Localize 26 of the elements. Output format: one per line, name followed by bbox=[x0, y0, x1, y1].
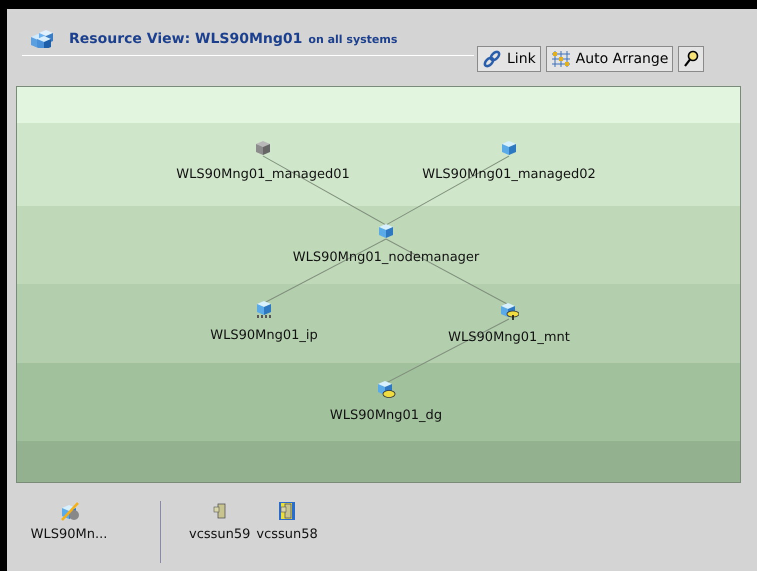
node-label[interactable]: WLS90Mng01_mnt bbox=[448, 328, 570, 348]
view-subtitle: on all systems bbox=[308, 32, 398, 48]
node-label[interactable]: WLS90Mng01_ip bbox=[210, 326, 318, 346]
cube-disk-icon[interactable] bbox=[501, 303, 519, 321]
system-label[interactable]: vcssun59 bbox=[189, 525, 250, 544]
view-title: Resource View: WLS90Mng01 bbox=[69, 30, 302, 49]
auto-arrange-button[interactable]: Auto Arrange bbox=[546, 46, 674, 72]
cube-plug-icon[interactable] bbox=[256, 301, 274, 319]
cube-icon[interactable] bbox=[378, 223, 396, 241]
link-button[interactable]: Link bbox=[477, 46, 541, 72]
search-icon bbox=[683, 50, 700, 68]
server-icon[interactable] bbox=[278, 501, 296, 521]
node-label[interactable]: WLS90Mng01_managed01 bbox=[176, 165, 350, 184]
cube-disk-icon[interactable] bbox=[378, 381, 396, 399]
cube-icon[interactable] bbox=[255, 140, 273, 158]
system-label[interactable]: vcssun58 bbox=[256, 525, 318, 544]
cubes-icon bbox=[31, 30, 53, 48]
node-label[interactable]: WLS90Mng01_dg bbox=[330, 406, 442, 426]
group-label[interactable]: WLS90Mn... bbox=[30, 525, 108, 544]
node-label[interactable]: WLS90Mng01_managed02 bbox=[422, 165, 596, 184]
service-group-icon[interactable] bbox=[58, 501, 80, 521]
chain-icon bbox=[482, 50, 502, 68]
search-button[interactable] bbox=[678, 46, 704, 72]
cube-icon[interactable] bbox=[501, 140, 519, 158]
grid-icon bbox=[550, 50, 571, 68]
node-label[interactable]: WLS90Mng01_nodemanager bbox=[292, 248, 480, 268]
